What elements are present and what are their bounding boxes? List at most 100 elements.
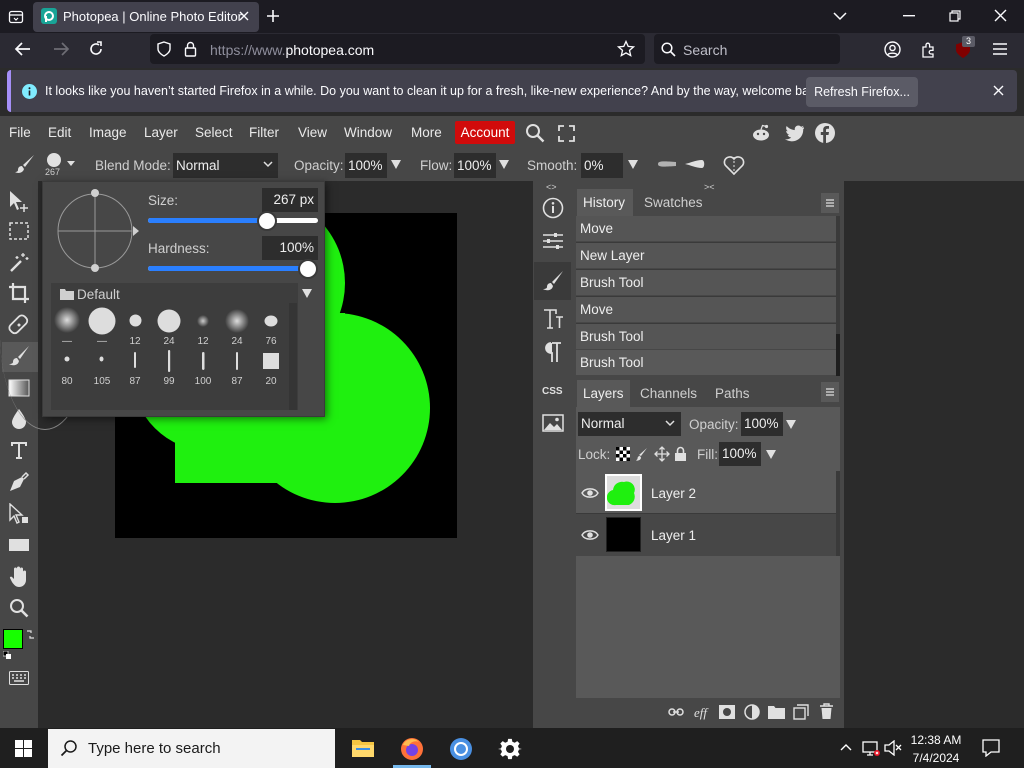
tab-history[interactable]: History xyxy=(577,189,633,216)
extensions-icon[interactable] xyxy=(920,41,937,58)
brush-preset[interactable] xyxy=(225,309,249,333)
hardness-input[interactable]: 100% xyxy=(262,236,318,260)
account-button[interactable]: Account xyxy=(455,121,515,144)
caret-down-icon[interactable] xyxy=(499,160,509,169)
fill-input[interactable]: 100% xyxy=(719,442,761,466)
shield-icon[interactable] xyxy=(157,41,171,57)
caret-down-icon[interactable] xyxy=(391,160,401,169)
flow-input[interactable]: 100% xyxy=(454,153,496,178)
menu-file[interactable]: File xyxy=(9,125,31,140)
new-group-folder-icon[interactable] xyxy=(768,705,785,719)
lock-all-icon[interactable] xyxy=(674,446,687,462)
search-icon[interactable] xyxy=(525,123,545,143)
history-scrollbar[interactable] xyxy=(836,334,840,376)
fullscreen-icon[interactable] xyxy=(558,125,575,142)
caret-down-icon[interactable] xyxy=(766,450,776,459)
notifications-icon[interactable] xyxy=(982,739,1000,757)
layer-name[interactable]: Layer 2 xyxy=(651,486,696,501)
tab-layers[interactable]: Layers xyxy=(577,380,630,407)
menu-window[interactable]: Window xyxy=(344,125,392,140)
move-tool-icon[interactable] xyxy=(8,190,30,212)
history-item-current[interactable]: Brush Tool xyxy=(576,350,836,376)
swap-colors-icon[interactable] xyxy=(26,630,35,639)
menu-image[interactable]: Image xyxy=(89,125,127,140)
taskbar-time[interactable]: 12:38 AM xyxy=(906,733,966,747)
brush-preset[interactable] xyxy=(64,356,70,362)
firefox-taskbar-icon[interactable] xyxy=(400,737,424,761)
caret-down-icon[interactable] xyxy=(786,420,796,429)
history-item[interactable]: New Layer xyxy=(576,243,836,269)
menu-layer[interactable]: Layer xyxy=(144,125,178,140)
brush-preset[interactable] xyxy=(197,315,209,327)
caret-down-icon[interactable] xyxy=(628,160,638,169)
brush-preset[interactable] xyxy=(133,352,137,368)
tab-list-icon[interactable] xyxy=(8,9,24,25)
list-all-tabs-icon[interactable] xyxy=(833,10,847,22)
brush-preset[interactable] xyxy=(201,352,206,370)
panel-menu-icon[interactable] xyxy=(821,193,839,213)
facebook-icon[interactable] xyxy=(815,123,835,143)
visibility-eye-icon[interactable] xyxy=(581,529,599,541)
tab-paths[interactable]: Paths xyxy=(715,386,750,401)
menu-filter[interactable]: Filter xyxy=(249,125,279,140)
refresh-firefox-button[interactable]: Refresh Firefox... xyxy=(806,77,918,107)
type-tool-icon[interactable] xyxy=(9,440,29,460)
marquee-tool-icon[interactable] xyxy=(9,222,29,240)
character-panel-icon[interactable] xyxy=(542,308,564,330)
lock-icon[interactable] xyxy=(184,41,197,57)
css-panel-label[interactable]: CSS xyxy=(542,386,563,397)
taskbar-date[interactable]: 7/4/2024 xyxy=(906,751,966,765)
show-hidden-icons-chevron[interactable] xyxy=(840,743,852,751)
bookmark-star-icon[interactable] xyxy=(617,40,635,58)
opacity-input[interactable]: 100% xyxy=(345,153,387,178)
notification-close-icon[interactable] xyxy=(993,85,1004,96)
back-arrow-icon[interactable] xyxy=(14,41,32,57)
paragraph-panel-icon[interactable] xyxy=(542,341,564,363)
brush-angle-roundness-dial[interactable] xyxy=(54,188,140,274)
tab-swatches[interactable]: Swatches xyxy=(644,195,703,210)
keyboard-icon[interactable] xyxy=(9,671,29,685)
layer-effects-icon[interactable]: eff xyxy=(693,703,711,721)
brush-preset[interactable] xyxy=(99,356,104,362)
brush-panel-icon[interactable] xyxy=(542,270,564,292)
brush-preset[interactable] xyxy=(54,307,80,333)
lock-pixels-icon[interactable] xyxy=(635,446,651,462)
minimize-icon[interactable] xyxy=(903,15,915,17)
account-icon[interactable] xyxy=(884,41,901,58)
brush-tool-icon[interactable] xyxy=(14,154,36,174)
foreground-color-swatch[interactable] xyxy=(3,629,23,649)
brush-preset[interactable] xyxy=(263,353,279,369)
layer-name[interactable]: Layer 1 xyxy=(651,528,696,543)
forward-arrow-icon[interactable] xyxy=(52,41,70,57)
size-input[interactable]: 267 px xyxy=(262,188,318,212)
tab-close-icon[interactable] xyxy=(238,10,250,22)
settings-gear-icon[interactable] xyxy=(498,737,522,761)
pen-tool-icon[interactable] xyxy=(8,471,30,493)
size-slider-knob[interactable] xyxy=(257,211,277,231)
history-item[interactable]: Move xyxy=(576,216,836,242)
brush-preset[interactable] xyxy=(129,314,142,327)
chrome-taskbar-icon[interactable] xyxy=(449,737,473,761)
file-explorer-icon[interactable] xyxy=(352,738,374,758)
volume-muted-icon[interactable] xyxy=(884,740,902,756)
collapse-arrows-icon[interactable]: <> xyxy=(546,182,557,192)
url-text[interactable]: https://www.photopea.com xyxy=(210,42,374,58)
preset-menu-caret-icon[interactable] xyxy=(302,289,312,298)
brush-preset[interactable] xyxy=(167,350,171,372)
twitter-icon[interactable] xyxy=(785,125,805,142)
brush-preset[interactable] xyxy=(88,307,116,335)
lock-transparency-icon[interactable] xyxy=(616,447,630,461)
network-icon[interactable] xyxy=(862,740,880,756)
history-item[interactable]: Brush Tool xyxy=(576,324,836,350)
pressure-opacity-icon[interactable] xyxy=(656,158,678,170)
history-item[interactable]: Move xyxy=(576,297,836,323)
link-layers-icon[interactable] xyxy=(668,706,684,718)
menu-more[interactable]: More xyxy=(411,125,442,140)
brush-preset[interactable] xyxy=(235,352,239,370)
path-select-tool-icon[interactable] xyxy=(8,503,30,525)
smooth-input[interactable]: 0% xyxy=(581,153,623,178)
hardness-slider-knob[interactable] xyxy=(298,259,318,279)
collapse-arrows-icon[interactable]: >< xyxy=(704,182,715,192)
new-tab-icon[interactable] xyxy=(266,9,280,23)
menu-edit[interactable]: Edit xyxy=(48,125,71,140)
